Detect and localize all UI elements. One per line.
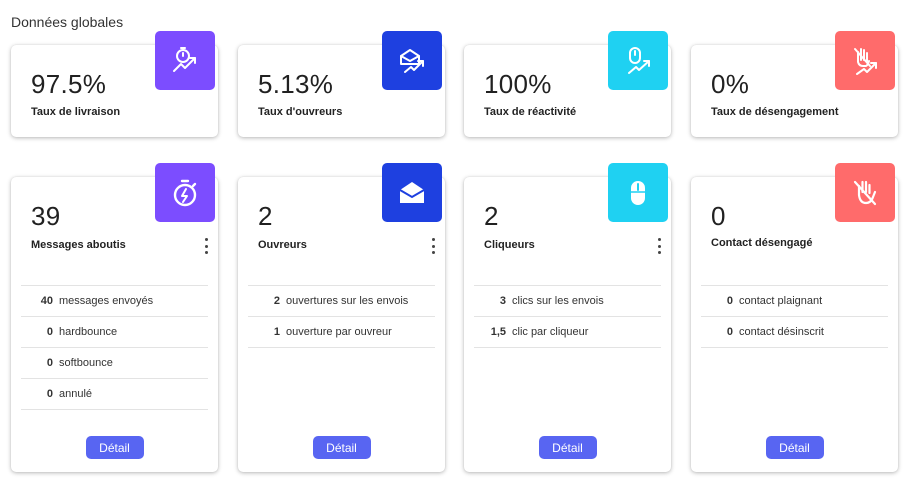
detail-card-disengaged: 0 Contact désengagé 0 contact plaignant 0… [691,163,898,472]
stat-value: 0 [46,388,53,400]
stopwatch-trend-icon [155,31,215,90]
detail-card-delivered: 39 Messages aboutis 40 messages envoyés 0… [11,163,218,472]
stat-value: 0 [726,295,733,307]
disengaged-count: 0 [711,201,726,231]
disengaged-stats: 0 contact plaignant 0 contact désinscrit [701,285,888,348]
detail-card-openers: 2 Ouvreurs 2 ouvertures sur les envois 1o… [238,163,445,472]
open-rate-label: Taux d'ouvreurs [258,106,343,118]
disengagement-rate-value: 0% [711,69,750,99]
rate-card-reactivity: 100% Taux de réactivité [464,31,671,137]
openers-label: Ouvreurs [258,239,307,251]
detail-button-delivered[interactable]: Détail [85,436,144,459]
rate-card-delivery: 97.5% Taux de livraison [11,31,218,137]
stat-value: 0 [46,357,53,369]
detail-button-disengaged[interactable]: Détail [765,436,824,459]
stat-text: clic par cliqueur [512,326,589,338]
more-options-icon[interactable] [201,237,211,255]
stat-value: 0 [46,326,53,338]
list-item: 0 softbounce [21,347,208,378]
list-item: 40 messages envoyés [21,285,208,316]
hand-off-icon [835,163,895,222]
section-title: Données globales [11,14,124,30]
list-item: 0 hardbounce [21,316,208,347]
delivery-rate-label: Taux de livraison [31,106,121,118]
list-item: 3 clics sur les envois [474,285,661,316]
stat-text: clics sur les envois [512,295,604,307]
envelope-icon [382,163,442,222]
rate-card-openers: 5.13% Taux d'ouvreurs [238,31,445,137]
mouse-icon [608,163,668,222]
clickers-count: 2 [484,201,499,231]
stat-text: softbounce [59,357,113,369]
disengagement-rate-label: Taux de désengagement [711,106,839,118]
stat-value: 1,5 [490,326,506,338]
detail-button-clickers[interactable]: Détail [538,436,597,459]
stat-value: 40 [40,295,53,307]
mouse-trend-icon [608,31,668,90]
stat-text: hardbounce [59,326,118,338]
delivered-stats: 40 messages envoyés 0 hardbounce 0 softboun… [21,285,208,410]
list-item: 0 contact plaignant [701,285,888,316]
disengaged-label: Contact désengagé [711,237,813,249]
delivered-label: Messages aboutis [31,239,126,251]
detail-button-openers[interactable]: Détail [312,436,371,459]
stat-value: 3 [499,295,506,307]
stat-text: contact désinscrit [739,326,824,338]
clickers-stats: 3 clics sur les envois 1,5 clic par clique… [474,285,661,348]
stat-value: 2 [273,295,280,307]
more-options-icon[interactable] [654,237,664,255]
open-rate-value: 5.13% [258,69,334,99]
reactivity-rate-value: 100% [484,69,552,99]
delivery-rate-value: 97.5% [31,69,107,99]
list-item: 2 ouvertures sur les envois [248,285,435,316]
stat-text: ouvertures sur les envois [286,295,409,307]
more-options-icon[interactable] [428,237,438,255]
clickers-label: Cliqueurs [484,239,535,251]
stopwatch-icon [155,163,215,222]
list-item: 1 ouverture par ouvreur [248,316,435,348]
list-item: 0 contact désinscrit [701,316,888,348]
detail-card-clickers: 2 Cliqueurs 3 clics sur les envois 1,5 cli… [464,163,671,472]
stat-value: 1 [273,326,280,338]
stat-value: 0 [726,326,733,338]
openers-count: 2 [258,201,273,231]
stat-text: messages envoyés [59,295,154,307]
hand-off-trend-icon [835,31,895,90]
openers-stats: 2 ouvertures sur les envois 1 ouverture pa… [248,285,435,348]
list-item: 0 annulé [21,378,208,410]
stat-text: annulé [59,388,93,400]
stat-text: contact plaignant [739,295,823,307]
list-item: 1,5 clic par cliqueur [474,316,661,348]
envelope-trend-icon [382,31,442,90]
stat-text: ouverture par ouvreur [286,326,392,338]
rate-card-disengagement: 0% Taux de désengagement [691,31,898,137]
reactivity-rate-label: Taux de réactivité [484,106,577,118]
delivered-count: 39 [31,201,61,231]
